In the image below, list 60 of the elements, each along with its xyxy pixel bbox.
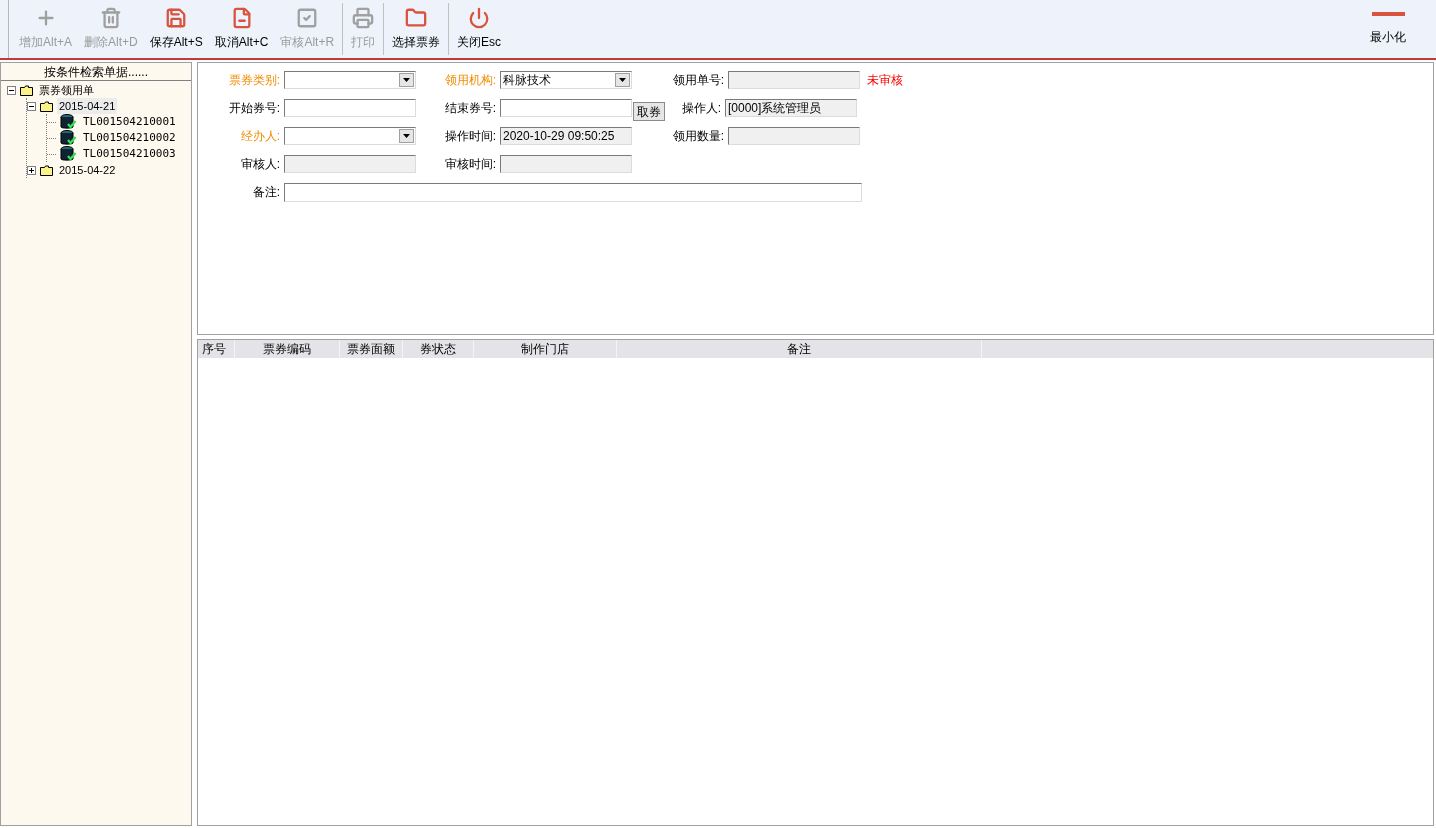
- tree-item[interactable]: 2015-04-21: [57, 97, 118, 115]
- database-check-icon: [60, 130, 77, 146]
- field-label: 备注:: [252, 184, 280, 201]
- toolbar-button[interactable]: 关闭Esc: [451, 1, 508, 57]
- tree-item[interactable]: TL001504210002: [81, 129, 178, 147]
- text-field[interactable]: [500, 99, 632, 117]
- text-field[interactable]: [284, 99, 416, 117]
- column-header[interactable]: 票券编码: [235, 340, 340, 358]
- tree-item[interactable]: 票券领用单: [37, 81, 96, 99]
- collapse-icon[interactable]: [7, 85, 16, 95]
- column-header[interactable]: 备注: [617, 340, 982, 358]
- checkbox-icon: [296, 7, 319, 29]
- field-label: 开始券号:: [228, 100, 280, 117]
- database-check-icon: [60, 114, 77, 130]
- folder-icon: [20, 84, 33, 96]
- text-field[interactable]: [728, 127, 860, 145]
- dropdown-field[interactable]: [284, 71, 416, 89]
- text-field[interactable]: [500, 155, 632, 173]
- database-check-icon: [60, 146, 77, 162]
- dropdown-field[interactable]: [284, 127, 416, 145]
- remark-field[interactable]: [284, 182, 862, 202]
- toolbar-button[interactable]: 选择票券: [386, 1, 447, 57]
- dropdown-field[interactable]: 科脉技术: [500, 71, 632, 89]
- expand-icon[interactable]: [27, 165, 36, 175]
- minimize-button[interactable]: 最小化: [1370, 1, 1406, 57]
- status-text: 未审核: [867, 72, 903, 89]
- folder-icon: [40, 100, 53, 112]
- printer-icon: [352, 7, 375, 29]
- toolbar-button[interactable]: 保存Alt+S: [143, 1, 209, 57]
- text-field[interactable]: [284, 155, 416, 173]
- field-label: 领用单号:: [672, 72, 724, 89]
- sidebar-title[interactable]: 按条件检索单据......: [1, 63, 191, 81]
- tree-item[interactable]: 2015-04-22: [57, 161, 118, 179]
- tree-item[interactable]: TL001504210001: [81, 113, 178, 131]
- text-field[interactable]: [0000]系统管理员: [725, 99, 857, 117]
- text-field[interactable]: [728, 71, 860, 89]
- column-header[interactable]: 票券面额: [340, 340, 403, 358]
- field-label: 领用机构:: [444, 72, 496, 89]
- field-label: 结束券号:: [444, 100, 496, 117]
- trash-icon: [99, 7, 122, 29]
- field-label: 操作时间:: [444, 128, 496, 145]
- field-label: 票券类别:: [228, 72, 280, 89]
- field-label: 操作人:: [681, 100, 721, 117]
- collapse-icon[interactable]: [27, 101, 36, 111]
- field-label: 审核时间:: [444, 156, 496, 173]
- field-label: 领用数量:: [672, 128, 724, 145]
- tree-item[interactable]: TL001504210003: [81, 145, 178, 163]
- dropdown-value: 科脉技术: [502, 72, 552, 89]
- field-label: 审核人:: [240, 156, 280, 173]
- column-header[interactable]: 券状态: [403, 340, 474, 358]
- power-icon: [468, 7, 491, 29]
- toolbar-button[interactable]: 取消Alt+C: [208, 1, 275, 57]
- column-header[interactable]: 序号: [198, 340, 235, 358]
- folder-icon: [40, 164, 53, 176]
- minimize-icon: [1371, 12, 1405, 16]
- column-header[interactable]: 制作门店: [474, 340, 617, 358]
- text-field[interactable]: 2020-10-29 09:50:25: [500, 127, 632, 145]
- field-label: 经办人:: [240, 128, 280, 145]
- fetch-button[interactable]: 取券: [633, 101, 665, 121]
- folder-icon: [405, 7, 428, 29]
